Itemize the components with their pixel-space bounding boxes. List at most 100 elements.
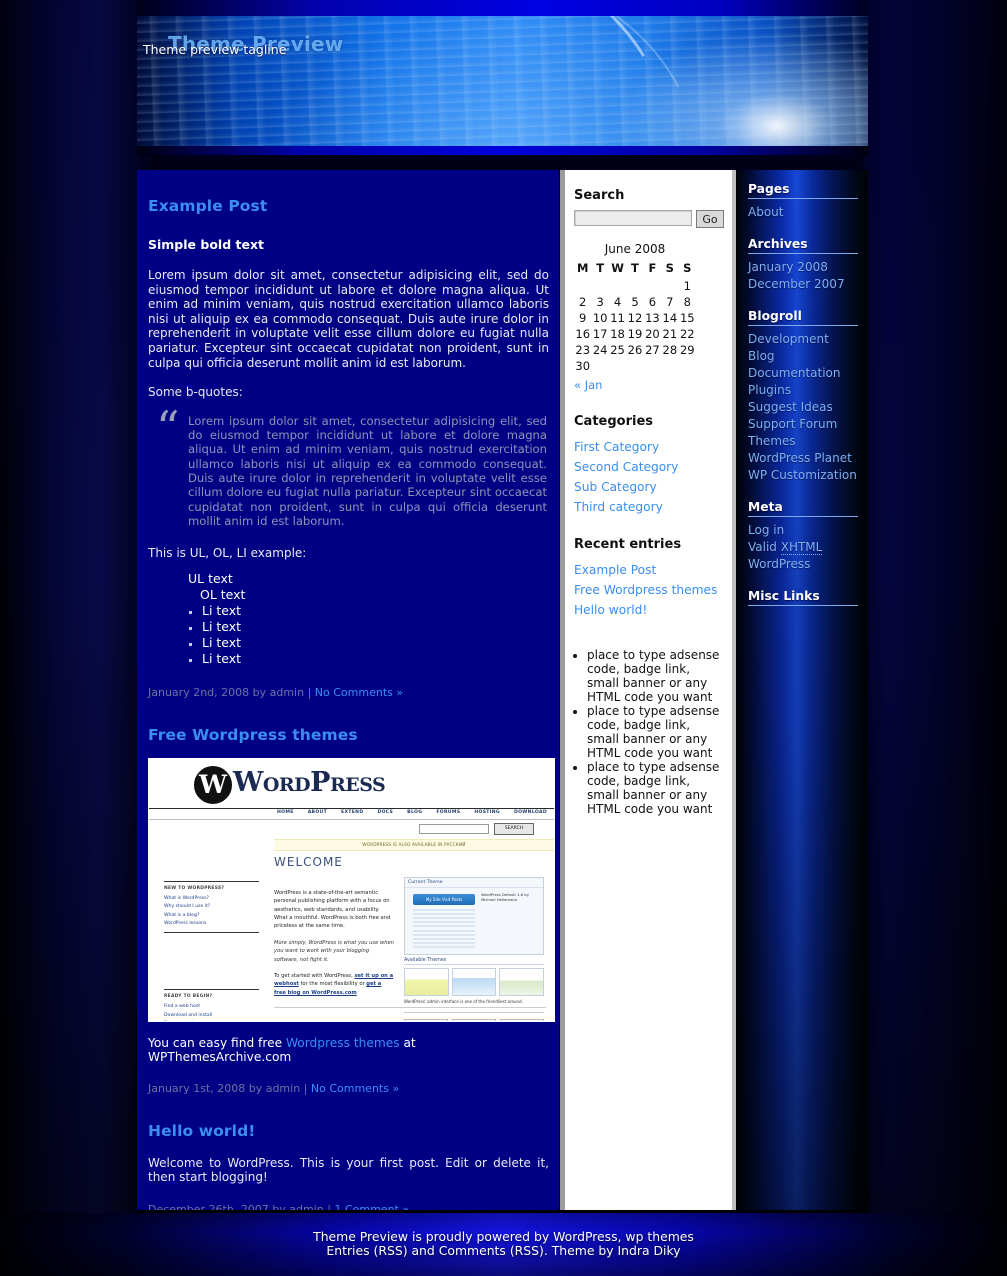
post-title[interactable]: Example Post — [148, 170, 549, 215]
footer-line-1: Theme Preview is proudly powered by Word… — [313, 1229, 694, 1244]
post-comments-link[interactable]: No Comments » — [311, 1082, 399, 1095]
wordpress-nav-item[interactable]: DOCS — [377, 810, 393, 815]
theme-thumbnail[interactable] — [404, 968, 449, 997]
wordpress-left-link[interactable]: Why should I use it? — [164, 904, 259, 909]
blogroll-link[interactable]: Themes — [748, 434, 796, 448]
blogroll-heading: Blogroll — [748, 309, 858, 326]
meta-login-link[interactable]: Log in — [748, 523, 784, 537]
sidebar-right-inner: Pages About Archives January 2008 Decemb… — [736, 170, 868, 606]
categories-heading: Categories — [574, 414, 654, 429]
post-meta-date: January 2nd, 2008 by admin | — [148, 685, 312, 699]
calendar-week: 30 — [574, 358, 696, 374]
misc-links-heading: Misc Links — [748, 589, 858, 606]
wordpress-left-link[interactable]: What is a blog? — [164, 913, 259, 918]
blogroll-link[interactable]: WordPress Planet — [748, 451, 852, 465]
wordpress-search-input[interactable] — [419, 823, 489, 834]
wordpress-left-link[interactable]: What is WordPress? — [164, 896, 259, 901]
wordpress-nav-item[interactable]: BLOG — [407, 810, 422, 815]
wordpress-panel-button[interactable]: My Site Visit Posts — [413, 893, 475, 905]
calendar-day: 6 — [648, 295, 657, 309]
divider — [164, 989, 259, 991]
wordpress-paragraph: WordPress is a state-of-the-art semantic… — [274, 889, 391, 930]
recent-entry-link[interactable]: Example Post — [574, 563, 656, 577]
wordpress-search-button[interactable]: SEARCH — [494, 822, 534, 835]
category-link[interactable]: Sub Category — [574, 480, 657, 494]
blogroll-link[interactable]: Development Blog — [748, 332, 829, 363]
post-title[interactable]: Hello world! — [148, 1095, 549, 1140]
calendar-day — [644, 358, 661, 374]
blogroll-link[interactable]: WP Customization — [748, 468, 857, 482]
calendar-day: 19 — [627, 327, 643, 341]
post-body: Lorem ipsum dolor sit amet, consectetur … — [148, 268, 549, 370]
blogroll-link[interactable]: Support Forum — [748, 417, 837, 431]
category-link[interactable]: Second Category — [574, 460, 678, 474]
search-go-button[interactable]: Go — [696, 210, 724, 228]
footer-line-2: Entries (RSS) and Comments (RSS). Theme … — [326, 1243, 681, 1258]
sidebar-right: Pages About Archives January 2008 Decemb… — [736, 170, 868, 1210]
wordpress-logo-icon: W — [194, 765, 232, 804]
wordpress-nav-item[interactable]: DOWNLOAD — [514, 810, 547, 815]
recent-entry-link[interactable]: Hello world! — [574, 603, 647, 617]
page-link-about[interactable]: About — [748, 205, 783, 219]
promo-card[interactable] — [500, 1018, 544, 1021]
columns-wrapper: Example Post Simple bold text Lorem ipsu… — [137, 170, 868, 1216]
promo-card[interactable] — [452, 1018, 496, 1021]
wordpress-middle-column: WordPress is a state-of-the-art semantic… — [274, 889, 394, 997]
wordpress-paragraph-pre: To get started with WordPress, — [274, 972, 355, 979]
wordpress-nav-item[interactable]: FORUMS — [436, 810, 460, 815]
post-meta: January 1st, 2008 by admin | No Comments… — [148, 1064, 549, 1095]
calendar-day — [609, 278, 626, 294]
wordpress-screenshot-figure[interactable]: W WordPress HOME ABOUT EXTEND DOCS BLOG … — [148, 757, 555, 1022]
wordpress-nav-rule-bottom — [149, 818, 554, 820]
promo-card[interactable] — [404, 1018, 448, 1021]
wordpress-themes-link[interactable]: Wordpress themes — [286, 1036, 400, 1050]
meta-wordpress-link[interactable]: WordPress — [748, 557, 810, 571]
archive-link[interactable]: January 2008 — [748, 260, 828, 274]
calendar-week: 2 3 4 5 6 7 8 — [574, 294, 696, 310]
list-item: First Category — [574, 436, 724, 455]
calendar: June 2008 M T W T F S S 1 2 3 4 5 6 7 8 … — [574, 242, 696, 374]
recent-entry-link[interactable]: Free Wordpress themes — [574, 583, 717, 597]
blogroll-link[interactable]: Plugins — [748, 383, 791, 397]
wordpress-left-link[interactable]: WordPress lessons — [164, 921, 259, 926]
category-link[interactable]: First Category — [574, 440, 659, 454]
wordpress-left-link[interactable]: Find a web host — [164, 1004, 259, 1009]
list-item: place to type adsense code, badge link, … — [587, 760, 724, 816]
search-heading: Search — [574, 188, 625, 203]
categories-list: First Category Second Category Sub Categ… — [574, 436, 724, 515]
wordpress-nav: HOME ABOUT EXTEND DOCS BLOG FORUMS HOSTI… — [277, 810, 547, 815]
theme-thumbnail[interactable] — [499, 968, 545, 997]
list-item: Sub Category — [574, 476, 724, 495]
category-link[interactable]: Third category — [574, 500, 663, 514]
wordpress-left-link[interactable]: Download and install — [164, 1013, 259, 1018]
wordpress-nav-item[interactable]: HOSTING — [474, 810, 500, 815]
meta-valid-xhtml-link[interactable]: Valid XHTML — [748, 540, 823, 555]
divider — [164, 880, 259, 882]
calendar-dayname: T — [631, 261, 639, 275]
calendar-day: 23 — [575, 343, 591, 357]
wordpress-left-link[interactable]: Documentation — [164, 1021, 259, 1022]
wordpress-nav-item[interactable]: HOME — [277, 810, 294, 815]
post-meta-date: January 1st, 2008 by admin | — [148, 1081, 308, 1095]
post-title[interactable]: Free Wordpress themes — [148, 699, 549, 744]
theme-thumbnail[interactable] — [451, 968, 497, 997]
list-item: WordPress — [748, 555, 858, 572]
search-input[interactable] — [574, 210, 692, 226]
divider — [274, 1006, 546, 1008]
archive-link[interactable]: December 2007 — [748, 277, 845, 291]
blogroll-link[interactable]: Suggest Ideas — [748, 400, 833, 414]
calendar-day: 22 — [679, 327, 695, 341]
site-footer: Theme Preview is proudly powered by Word… — [0, 1213, 1007, 1276]
calendar-prev-link[interactable]: « Jan — [574, 378, 602, 392]
blogroll-link[interactable]: Documentation — [748, 366, 841, 380]
list-item: place to type adsense code, badge link, … — [587, 648, 724, 704]
calendar-week: 16 17 18 19 20 21 22 — [574, 326, 696, 342]
wordpress-nav-item[interactable]: EXTEND — [341, 810, 363, 815]
wordpress-nav-item[interactable]: ABOUT — [308, 810, 327, 815]
post-comments-link[interactable]: No Comments » — [315, 686, 403, 699]
calendar-day — [661, 358, 678, 374]
meta-valid-dotted-text: XHTML — [780, 540, 823, 555]
calendar-day: 2 — [579, 295, 587, 309]
calendar-week: 23 24 25 26 27 28 29 — [574, 342, 696, 358]
wordpress-paragraph: To get started with WordPress, set it up… — [274, 972, 394, 997]
